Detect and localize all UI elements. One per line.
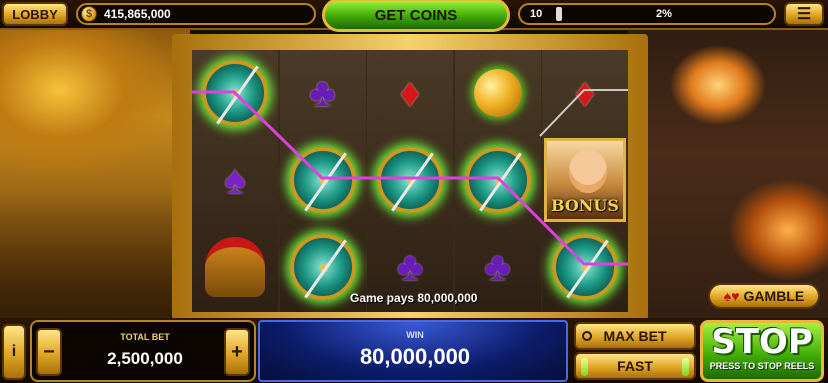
symbol-club: ♣	[283, 51, 363, 135]
club-icon: ♣	[484, 245, 511, 289]
total-bet-box: − TOTAL BET 2,500,000 +	[30, 320, 256, 382]
reel-2: ♣	[279, 50, 366, 312]
shield-icon	[377, 147, 443, 213]
symbol-bonus: BONUS	[544, 138, 626, 222]
win-value: 80,000,000	[359, 344, 471, 369]
playing-cards-icon: ♠♥	[723, 288, 740, 304]
max-bet-label: MAX BET	[603, 328, 667, 344]
bonus-label: BONUS	[551, 196, 619, 215]
symbol-shield	[195, 51, 275, 135]
symbol-apple	[458, 51, 538, 135]
shield-icon	[464, 147, 531, 213]
gamble-label: GAMBLE	[743, 288, 805, 304]
increase-bet-button[interactable]: +	[224, 328, 250, 376]
level-number: 10	[530, 8, 543, 20]
reels-area[interactable]: ♠ ♣ ♦ ♣ ♣ ♦ BONUS	[192, 50, 628, 312]
level-progress-bar	[556, 7, 562, 21]
hamburger-menu-icon: ☰	[796, 6, 812, 23]
lobby-button[interactable]: LOBBY	[2, 2, 68, 26]
stop-label: STOP	[711, 322, 813, 362]
club-icon: ♣	[309, 71, 336, 115]
goddess-portrait-icon	[569, 149, 607, 193]
reel-3: ♦ ♣	[367, 50, 453, 312]
top-bar: LOBBY $ 415,865,000 GET COINS 10 2% ☰	[0, 0, 828, 32]
shield-icon	[552, 234, 618, 300]
symbol-helmet	[195, 225, 275, 309]
symbol-diamond: ♦	[545, 51, 625, 135]
level-progress-percent: 2%	[656, 8, 672, 20]
fast-button[interactable]: FAST	[574, 352, 696, 380]
win-box: WIN 80,000,000	[258, 320, 568, 382]
shield-icon	[289, 234, 356, 300]
helmet-icon	[205, 237, 265, 297]
spade-icon: ♠	[224, 158, 246, 202]
reels-frame: ♠ ♣ ♦ ♣ ♣ ♦ BONUS	[172, 34, 648, 320]
max-bet-button[interactable]: MAX BET	[574, 322, 696, 350]
win-message: Game pays 80,000,000	[350, 291, 478, 305]
stop-sub-label: PRESS TO STOP REELS	[709, 361, 815, 371]
symbol-shield	[458, 138, 538, 222]
reel-1: ♠	[192, 50, 278, 312]
max-bet-icon	[582, 331, 592, 341]
coin-icon: $	[81, 6, 97, 22]
symbol-diamond: ♦	[370, 51, 450, 135]
symbol-spade: ♠	[195, 138, 275, 222]
shield-icon	[202, 60, 268, 126]
club-icon: ♣	[396, 245, 424, 289]
coin-balance: $ 415,865,000	[76, 3, 316, 25]
gamble-button[interactable]: ♠♥ GAMBLE	[708, 283, 820, 309]
info-button[interactable]: i	[2, 324, 26, 380]
reel-5: ♦ BONUS	[542, 50, 628, 312]
reel-4: ♣	[454, 50, 541, 312]
diamond-icon: ♦	[574, 71, 596, 115]
fast-indicator-left-icon	[581, 358, 588, 376]
menu-button[interactable]: ☰	[784, 2, 824, 26]
shield-icon	[289, 147, 356, 213]
apple-icon	[473, 69, 522, 117]
win-label: WIN	[406, 330, 424, 340]
get-coins-button[interactable]: GET COINS	[322, 0, 510, 32]
stop-button[interactable]: STOP PRESS TO STOP REELS	[700, 320, 824, 382]
symbol-shield	[370, 138, 450, 222]
symbol-shield	[545, 225, 625, 309]
symbol-shield	[283, 138, 363, 222]
fast-label: FAST	[617, 358, 653, 374]
balance-value: 415,865,000	[104, 7, 171, 21]
fast-indicator-right-icon	[682, 358, 689, 376]
diamond-icon: ♦	[399, 71, 421, 115]
level-meter: 10 2%	[518, 3, 776, 25]
